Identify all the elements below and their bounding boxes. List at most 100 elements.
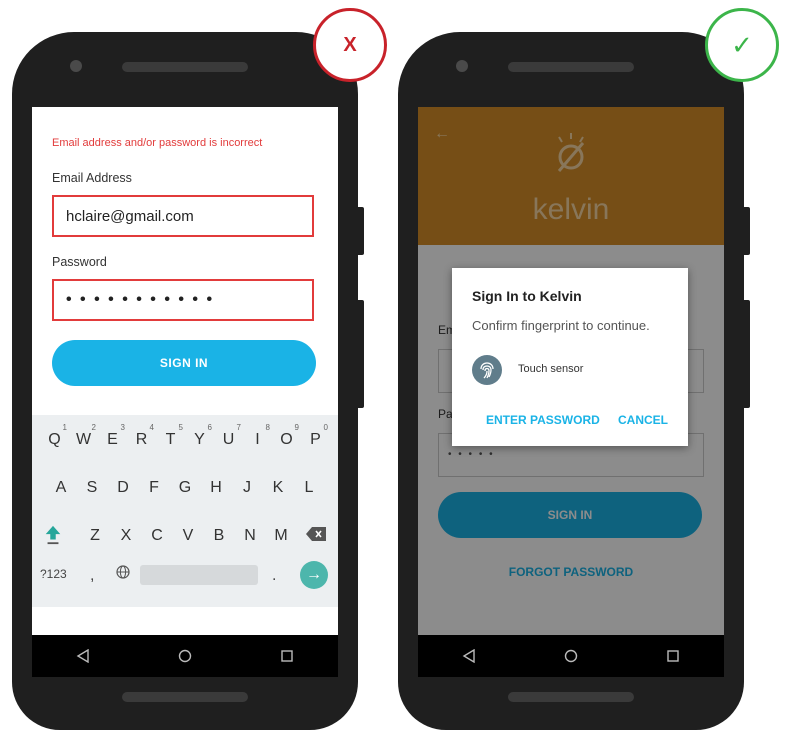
front-camera <box>456 60 468 72</box>
nav-recents-button[interactable] <box>267 636 307 676</box>
earpiece-speaker <box>508 62 634 72</box>
keyboard-key[interactable]: M <box>266 527 297 545</box>
key-number-hint: 7 <box>236 423 241 432</box>
key-number-hint: 1 <box>62 423 67 432</box>
key-number-hint: 8 <box>265 423 270 432</box>
correct-example-badge: ✓ <box>705 8 779 82</box>
dialog-message: Confirm fingerprint to continue. <box>472 318 650 333</box>
key-number-hint: 9 <box>294 423 299 432</box>
keyboard-key[interactable]: H <box>201 479 232 497</box>
keyboard-key[interactable]: I8 <box>243 423 272 449</box>
key-label: I <box>255 431 260 448</box>
keyboard-key[interactable]: Z <box>80 527 111 545</box>
home-circle-icon <box>564 649 578 663</box>
x-mark-icon: X <box>343 33 357 56</box>
key-number-hint: 0 <box>323 423 328 432</box>
fingerprint-dialog: Sign In to Kelvin Confirm fingerprint to… <box>452 268 688 446</box>
sign-in-button[interactable]: SIGN IN <box>52 340 316 386</box>
key-number-hint: 4 <box>149 423 154 432</box>
keyboard-key[interactable]: D <box>108 479 139 497</box>
phone-right: ← kelvin Em Pa • • • • • SIGN IN FORGOT … <box>398 32 750 730</box>
volume-button <box>742 207 750 255</box>
shift-icon[interactable] <box>44 525 62 545</box>
key-number-hint: 6 <box>207 423 212 432</box>
keyboard-key[interactable]: X <box>111 527 142 545</box>
earpiece-speaker <box>122 62 248 72</box>
nav-back-button[interactable] <box>449 636 489 676</box>
keyboard-key[interactable]: F <box>139 479 170 497</box>
keyboard-key[interactable]: E3 <box>98 423 127 449</box>
globe-icon[interactable] <box>116 565 130 579</box>
recents-square-icon <box>281 650 293 662</box>
symbols-key[interactable]: ?123 <box>40 567 67 581</box>
keyboard-key[interactable]: C <box>142 527 173 545</box>
keyboard-key[interactable]: N <box>235 527 266 545</box>
fingerprint-icon <box>472 355 502 385</box>
enter-key[interactable]: → <box>300 561 328 589</box>
key-label: Y <box>194 431 205 448</box>
email-value: hclaire@gmail.com <box>66 207 194 225</box>
keyboard-key[interactable]: S <box>77 479 108 497</box>
email-field[interactable]: hclaire@gmail.com <box>52 195 314 237</box>
key-label: E <box>107 431 118 448</box>
key-label: O <box>280 431 293 448</box>
nav-home-button[interactable] <box>551 636 591 676</box>
key-label: P <box>310 431 321 448</box>
keyboard-row-3: ZXCVBNM <box>32 527 338 545</box>
cancel-button[interactable]: CANCEL <box>618 413 668 427</box>
login-screen-error: Email address and/or password is incorre… <box>32 107 338 677</box>
touch-sensor-label: Touch sensor <box>518 363 584 375</box>
incorrect-example-badge: X <box>313 8 387 82</box>
email-label: Email Address <box>52 171 132 185</box>
backspace-icon[interactable] <box>306 527 326 541</box>
power-button <box>356 300 364 408</box>
password-value: • • • • • • • • • • • <box>66 291 215 308</box>
keyboard-key[interactable]: J <box>232 479 263 497</box>
keyboard-key[interactable]: L <box>294 479 325 497</box>
comma-key[interactable]: , <box>90 567 94 585</box>
key-number-hint: 5 <box>178 423 183 432</box>
keyboard-key[interactable]: V <box>173 527 204 545</box>
keyboard-key[interactable]: U7 <box>214 423 243 449</box>
nav-back-button[interactable] <box>63 636 103 676</box>
key-label: W <box>75 431 92 448</box>
password-field[interactable]: • • • • • • • • • • • <box>52 279 314 321</box>
nav-home-button[interactable] <box>165 636 205 676</box>
keyboard-key[interactable]: K <box>263 479 294 497</box>
error-message: Email address and/or password is incorre… <box>52 137 263 149</box>
keyboard-key[interactable]: P0 <box>301 423 330 449</box>
nav-recents-button[interactable] <box>653 636 693 676</box>
phone-left: Email address and/or password is incorre… <box>12 32 364 730</box>
key-label: U <box>222 431 235 448</box>
period-key[interactable]: . <box>272 567 276 585</box>
dialog-title: Sign In to Kelvin <box>472 288 582 304</box>
power-button <box>742 300 750 408</box>
keyboard-row-2: ASDFGHJKL <box>32 479 338 497</box>
key-number-hint: 2 <box>91 423 96 432</box>
key-number-hint: 3 <box>120 423 125 432</box>
volume-button <box>356 207 364 255</box>
recents-square-icon <box>667 650 679 662</box>
space-key[interactable] <box>140 565 258 585</box>
keyboard-key[interactable]: W2 <box>69 423 98 449</box>
login-screen-fingerprint: ← kelvin Em Pa • • • • • SIGN IN FORGOT … <box>418 107 724 677</box>
key-label: T <box>165 431 176 448</box>
keyboard-key[interactable]: R4 <box>127 423 156 449</box>
keyboard-key[interactable]: A <box>46 479 77 497</box>
keyboard-row-1: Q1W2E3R4T5Y6U7I8O9P0 <box>32 423 338 449</box>
key-label: R <box>135 431 148 448</box>
bottom-speaker <box>122 692 248 702</box>
keyboard-key[interactable]: O9 <box>272 423 301 449</box>
password-label: Password <box>52 255 107 269</box>
bottom-speaker <box>508 692 634 702</box>
enter-password-button[interactable]: ENTER PASSWORD <box>486 413 600 427</box>
keyboard-key[interactable]: Q1 <box>40 423 69 449</box>
arrow-right-icon: → <box>306 566 322 583</box>
keyboard-key[interactable]: Y6 <box>185 423 214 449</box>
keyboard: Q1W2E3R4T5Y6U7I8O9P0 ASDFGHJKL ZXCVBNM ?… <box>32 415 338 607</box>
keyboard-key[interactable]: G <box>170 479 201 497</box>
system-nav-bar <box>418 635 724 677</box>
keyboard-key[interactable]: T5 <box>156 423 185 449</box>
system-nav-bar <box>32 635 338 677</box>
keyboard-key[interactable]: B <box>204 527 235 545</box>
